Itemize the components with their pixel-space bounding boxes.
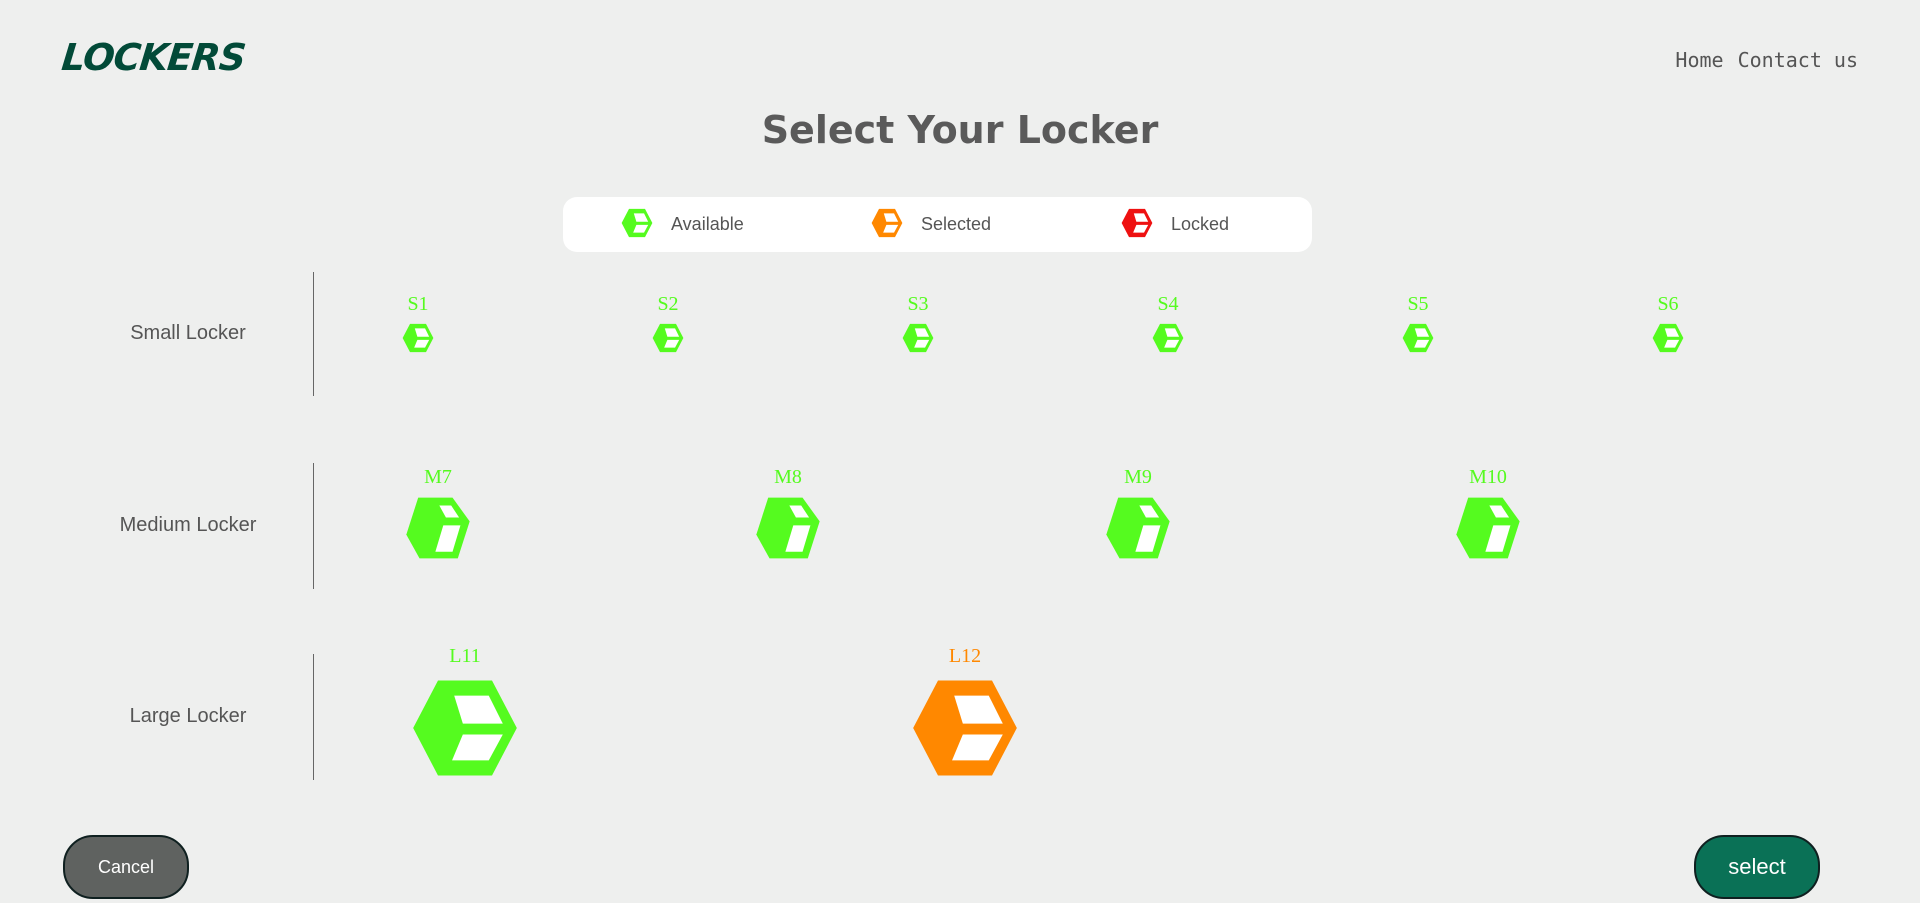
locker-id-label: S3 xyxy=(907,293,929,315)
locker-id-label: L11 xyxy=(449,645,481,667)
locker-s6[interactable]: S6 xyxy=(1646,293,1690,358)
cube-icon xyxy=(1152,323,1184,353)
locker-id-label: M8 xyxy=(774,466,802,488)
legend-item-available: Available xyxy=(621,207,744,242)
cube-icon xyxy=(1456,497,1520,559)
cube-icon xyxy=(413,680,517,776)
cube-icon xyxy=(913,680,1017,776)
status-legend: Available Selected Locked xyxy=(563,197,1312,252)
legend-label: Available xyxy=(671,214,744,234)
locker-m10[interactable]: M10 xyxy=(1452,466,1524,565)
legend-item-locked: Locked xyxy=(1121,207,1229,242)
locker-l12[interactable]: L12 xyxy=(910,645,1020,786)
cube-icon xyxy=(1402,323,1434,353)
locker-s4[interactable]: S4 xyxy=(1146,293,1190,358)
top-nav: Home Contact us xyxy=(1675,48,1858,72)
legend-item-selected: Selected xyxy=(871,207,991,242)
row-divider xyxy=(313,272,314,396)
locker-s3[interactable]: S3 xyxy=(896,293,940,358)
cube-icon xyxy=(1121,208,1153,237)
cube-icon xyxy=(902,323,934,353)
cancel-button[interactable]: Cancel xyxy=(63,835,189,899)
locker-s2[interactable]: S2 xyxy=(646,293,690,358)
cube-icon xyxy=(1121,207,1153,243)
row-label-large: Large Locker xyxy=(129,705,247,727)
locker-id-label: S1 xyxy=(407,293,429,315)
locker-id-label: M10 xyxy=(1469,466,1507,488)
locker-m7[interactable]: M7 xyxy=(402,466,474,565)
locker-m9[interactable]: M9 xyxy=(1102,466,1174,565)
page-title: Select Your Locker xyxy=(761,108,1159,152)
row-label-small: Small Locker xyxy=(130,322,246,344)
cube-icon xyxy=(1652,323,1684,353)
cube-icon xyxy=(406,497,470,559)
legend-label: Selected xyxy=(921,214,992,234)
locker-id-label: S4 xyxy=(1157,293,1179,315)
cube-icon xyxy=(1106,497,1170,559)
row-divider xyxy=(313,654,314,780)
cube-icon xyxy=(652,323,684,353)
cube-icon xyxy=(871,207,903,243)
locker-id-label: M7 xyxy=(424,466,452,488)
locker-id-label: M9 xyxy=(1124,466,1152,488)
nav-contact-link[interactable]: Contact us xyxy=(1738,48,1858,72)
locker-s5[interactable]: S5 xyxy=(1396,293,1440,358)
locker-id-label: S6 xyxy=(1657,293,1679,315)
cube-icon xyxy=(621,207,653,243)
cube-icon xyxy=(402,323,434,353)
locker-id-label: S2 xyxy=(657,293,679,315)
locker-m8[interactable]: M8 xyxy=(752,466,824,565)
legend-label: Locked xyxy=(1171,214,1230,234)
locker-id-label: S5 xyxy=(1407,293,1429,315)
locker-selection-page: LOCKERS Home Contact us Select Your Lock… xyxy=(0,0,1920,903)
nav-home-link[interactable]: Home xyxy=(1675,48,1723,72)
row-divider xyxy=(313,463,314,589)
select-button[interactable]: select xyxy=(1694,835,1820,899)
locker-l11[interactable]: L11 xyxy=(410,645,520,786)
logo[interactable]: LOCKERS xyxy=(60,36,247,79)
cube-icon xyxy=(621,208,653,237)
locker-id-label: L12 xyxy=(948,645,982,667)
row-label-medium: Medium Locker xyxy=(119,514,257,536)
cube-icon xyxy=(871,208,903,237)
locker-s1[interactable]: S1 xyxy=(396,293,440,358)
cube-icon xyxy=(756,497,820,559)
